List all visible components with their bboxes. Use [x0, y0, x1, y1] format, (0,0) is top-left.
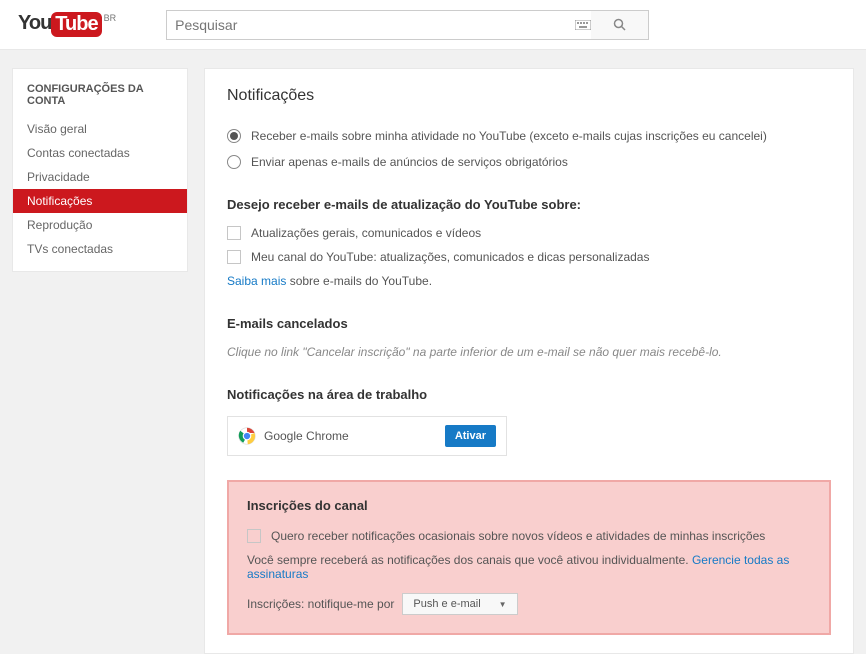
- search-button[interactable]: [591, 10, 649, 40]
- sidebar-item-playback[interactable]: Reprodução: [13, 213, 187, 237]
- logo[interactable]: You Tube BR: [18, 12, 116, 37]
- radio-icon: [227, 129, 241, 143]
- search-input[interactable]: [166, 10, 603, 40]
- learn-more-suffix: sobre e-mails do YouTube.: [286, 274, 432, 288]
- sidebar-item-tvs[interactable]: TVs conectadas: [13, 237, 187, 261]
- content: CONFIGURAÇÕES DA CONTA Visão geral Conta…: [0, 50, 866, 654]
- checkbox-icon: [227, 226, 241, 240]
- sidebar-item-overview[interactable]: Visão geral: [13, 117, 187, 141]
- sidebar-item-connected[interactable]: Contas conectadas: [13, 141, 187, 165]
- keyboard-icon[interactable]: [575, 20, 591, 30]
- logo-you: You: [18, 12, 51, 35]
- updates-title: Desejo receber e-mails de atualização do…: [227, 197, 831, 212]
- main-panel: Notificações Receber e-mails sobre minha…: [204, 68, 854, 654]
- activate-button[interactable]: Ativar: [445, 425, 496, 447]
- checkbox-label: Atualizações gerais, comunicados e vídeo…: [251, 226, 481, 240]
- radio-icon: [227, 155, 241, 169]
- subscriptions-box: Inscrições do canal Quero receber notifi…: [227, 480, 831, 635]
- logo-region: BR: [104, 13, 117, 23]
- checkbox-icon: [227, 250, 241, 264]
- cancelled-title: E-mails cancelados: [227, 316, 831, 331]
- checkbox-icon: [247, 529, 261, 543]
- notify-row: Inscrições: notifique-me por Push e e-ma…: [247, 593, 811, 615]
- radio-label: Receber e-mails sobre minha atividade no…: [251, 129, 767, 143]
- radio-receive-emails[interactable]: Receber e-mails sobre minha atividade no…: [227, 129, 831, 143]
- subscriptions-text: Você sempre receberá as notificações dos…: [247, 553, 811, 581]
- page-title: Notificações: [227, 87, 831, 105]
- chrome-label: Google Chrome: [264, 429, 349, 443]
- search-container: [166, 10, 649, 40]
- checkbox-general-updates[interactable]: Atualizações gerais, comunicados e vídeo…: [227, 226, 831, 240]
- chevron-down-icon: ▼: [499, 600, 507, 609]
- subscriptions-title: Inscrições do canal: [247, 498, 811, 513]
- search-icon: [613, 18, 627, 32]
- chrome-icon: [238, 427, 256, 445]
- subs-text: Você sempre receberá as notificações dos…: [247, 553, 692, 567]
- logo-tube: Tube: [51, 12, 101, 37]
- desktop-chrome-row: Google Chrome Ativar: [227, 416, 507, 456]
- checkbox-occasional-notifications[interactable]: Quero receber notificações ocasionais so…: [247, 529, 811, 543]
- checkbox-label: Quero receber notificações ocasionais so…: [271, 529, 765, 543]
- desktop-title: Notificações na área de trabalho: [227, 387, 831, 402]
- notify-label: Inscrições: notifique-me por: [247, 597, 394, 611]
- learn-more-link[interactable]: Saiba mais: [227, 274, 286, 288]
- radio-mandatory-only[interactable]: Enviar apenas e-mails de anúncios de ser…: [227, 155, 831, 169]
- dropdown-value: Push e e-mail: [413, 598, 480, 610]
- radio-label: Enviar apenas e-mails de anúncios de ser…: [251, 155, 568, 169]
- sidebar: CONFIGURAÇÕES DA CONTA Visão geral Conta…: [12, 68, 188, 272]
- checkbox-label: Meu canal do YouTube: atualizações, comu…: [251, 250, 649, 264]
- header: You Tube BR: [0, 0, 866, 50]
- chrome-left: Google Chrome: [238, 427, 349, 445]
- sidebar-item-privacy[interactable]: Privacidade: [13, 165, 187, 189]
- learn-more-row: Saiba mais sobre e-mails do YouTube.: [227, 274, 831, 288]
- notify-dropdown[interactable]: Push e e-mail ▼: [402, 593, 517, 615]
- sidebar-title: CONFIGURAÇÕES DA CONTA: [13, 79, 187, 117]
- sidebar-item-notifications[interactable]: Notificações: [13, 189, 187, 213]
- checkbox-my-channel[interactable]: Meu canal do YouTube: atualizações, comu…: [227, 250, 831, 264]
- cancelled-hint: Clique no link "Cancelar inscrição" na p…: [227, 345, 831, 359]
